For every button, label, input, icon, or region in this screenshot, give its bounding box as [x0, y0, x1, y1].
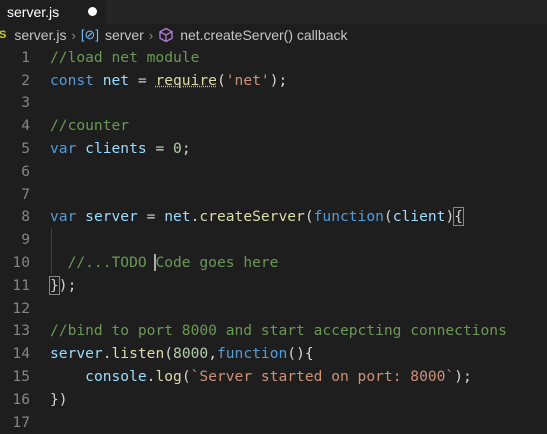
breadcrumb-symbol[interactable]: server [105, 27, 144, 43]
variable-icon: [⊘] [80, 27, 99, 42]
tab-server-js[interactable]: server.js [0, 0, 106, 24]
line-number: 9 [21, 231, 30, 249]
code-line: 7 [0, 183, 547, 206]
line-number: 5 [21, 140, 30, 158]
indent-guide [51, 228, 52, 252]
line-number: 2 [21, 71, 30, 89]
line-number: 4 [21, 117, 30, 135]
line-number: 12 [12, 299, 30, 317]
code-line: 17 [0, 411, 547, 434]
code-line: 15 console.log(`Server started on port: … [0, 365, 547, 388]
code-line: 12 [0, 297, 547, 320]
line-number: 14 [12, 345, 30, 363]
code-line: 4 //counter [0, 114, 547, 137]
line-number: 1 [21, 48, 30, 66]
chevron-right-icon: › [148, 27, 154, 43]
code-line: 5 var clients = 0; [0, 137, 547, 160]
method-cube-icon [159, 27, 173, 43]
code-line: 3 [0, 92, 547, 115]
breadcrumb-method[interactable]: net.createServer() callback [180, 27, 347, 43]
line-number: 3 [21, 94, 30, 112]
code-line: 16 }) [0, 388, 547, 411]
chevron-right-icon: › [71, 27, 76, 43]
js-file-icon: S [0, 29, 7, 41]
code-line: 13 //bind to port 8000 and start accepct… [0, 320, 547, 343]
line-number: 13 [12, 322, 30, 340]
tab-label: server.js [7, 4, 60, 20]
breadcrumb-file[interactable]: server.js [14, 27, 66, 43]
code-line: 2 const net = require('net'); [0, 69, 547, 92]
code-line: 6 [0, 160, 547, 183]
line-number: 17 [12, 413, 30, 431]
code-line: 11 }); [0, 274, 547, 297]
tab-bar: server.js [0, 0, 547, 24]
line-number: 11 [12, 276, 30, 294]
indent-guide [51, 251, 52, 274]
code-line: 14 server.listen(8000,function(){ [0, 342, 547, 365]
code-line: 8 var server = net.createServer(function… [0, 206, 547, 229]
breadcrumb: S server.js › [⊘] server › net.createSer… [0, 24, 547, 46]
code-line: 9 [0, 228, 547, 252]
line-number: 15 [12, 368, 30, 386]
code-editor[interactable]: 1 //load net module 2 const net = requir… [0, 46, 547, 434]
unsaved-dot-icon[interactable] [88, 7, 97, 16]
code-line: 1 //load net module [0, 46, 547, 69]
code-line: 10 //...TODO Code goes here [0, 251, 547, 274]
line-number: 16 [12, 390, 30, 408]
line-number: 8 [21, 208, 30, 226]
line-number: 6 [21, 162, 30, 180]
line-number: 10 [12, 254, 30, 272]
line-number: 7 [21, 185, 30, 203]
